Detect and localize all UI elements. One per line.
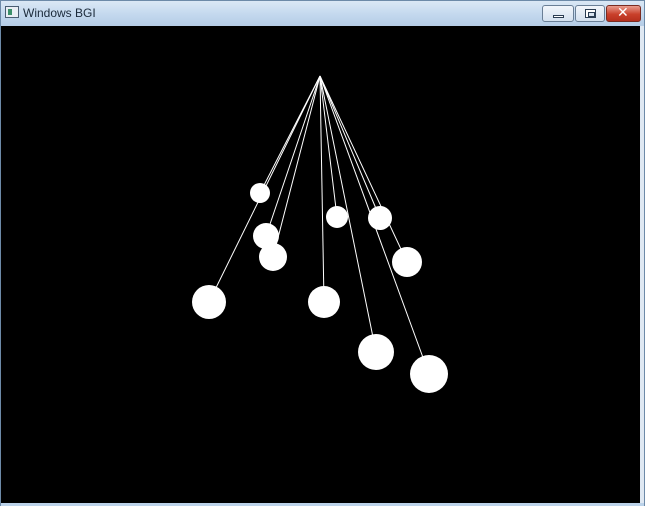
pendulum-bob-4 xyxy=(192,285,226,319)
pendulum-string-2 xyxy=(265,75,321,237)
pendulum-drawing xyxy=(192,75,448,393)
restore-icon xyxy=(585,9,596,18)
pendulum-string-3 xyxy=(272,75,321,258)
maximize-button[interactable] xyxy=(575,5,605,22)
pendulum-bob-9 xyxy=(358,334,394,370)
graphics-canvas[interactable] xyxy=(1,26,640,503)
close-button[interactable]: ✕ xyxy=(606,5,641,22)
pendulum-bob-5 xyxy=(326,206,348,228)
pendulum-bob-1 xyxy=(250,183,270,203)
pendulum-string-6 xyxy=(319,75,325,303)
pendulum-bob-6 xyxy=(308,286,340,318)
window-right-border xyxy=(640,26,644,503)
pendulum-bob-10 xyxy=(410,355,448,393)
pendulum-bob-3 xyxy=(259,243,287,271)
pendulum-string-8 xyxy=(319,75,408,263)
window-title: Windows BGI xyxy=(23,6,96,20)
minimize-button[interactable] xyxy=(542,5,574,22)
pendulum-bob-8 xyxy=(392,247,422,277)
bgi-window: Windows BGI ✕ xyxy=(0,0,645,506)
minimize-icon xyxy=(553,15,564,18)
close-icon: ✕ xyxy=(617,5,629,21)
pendulum-bob-7 xyxy=(368,206,392,230)
title-bar[interactable]: Windows BGI ✕ xyxy=(1,1,644,26)
bgi-window-icon[interactable] xyxy=(5,6,19,18)
